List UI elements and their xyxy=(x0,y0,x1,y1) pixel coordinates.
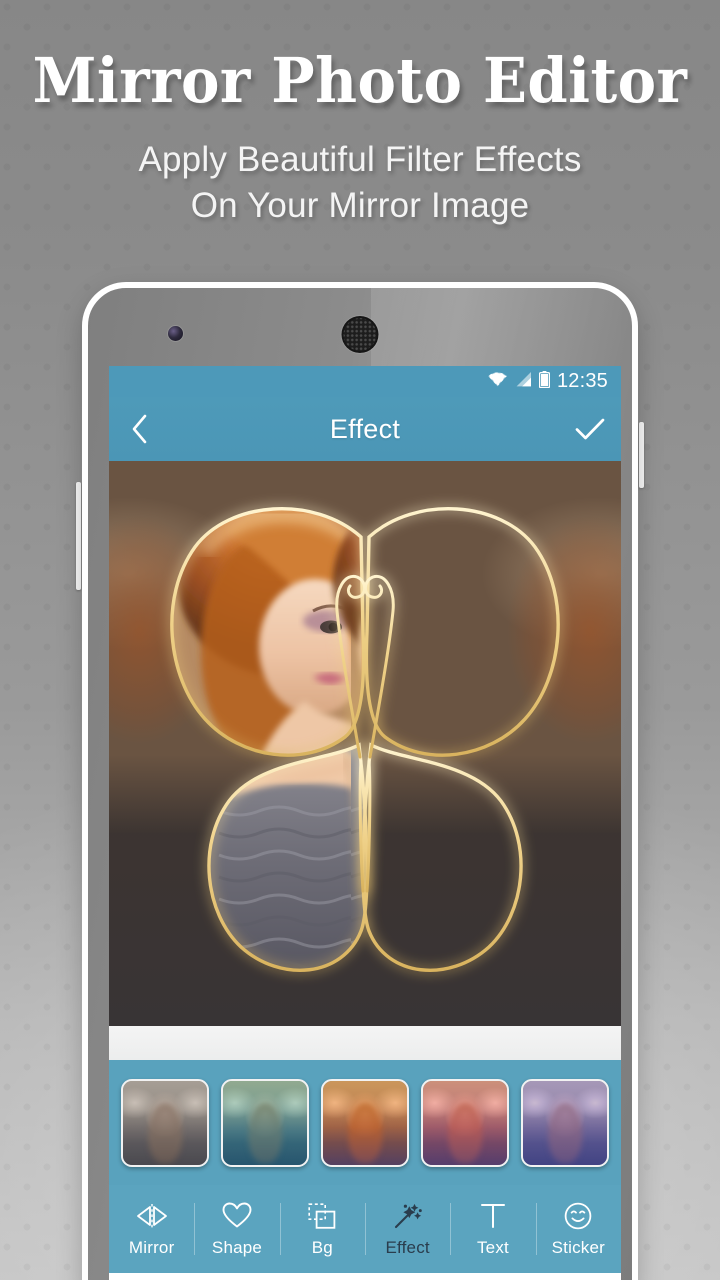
tool-label: Sticker xyxy=(551,1237,605,1257)
tagline-line-2: On Your Mirror Image xyxy=(190,186,530,226)
tool-shape[interactable]: Shape xyxy=(194,1185,279,1273)
tool-text[interactable]: Text xyxy=(450,1185,535,1273)
butterfly-frame xyxy=(109,461,621,1026)
text-icon xyxy=(480,1201,506,1231)
filter-thumbnail[interactable] xyxy=(321,1078,409,1167)
app-bar-title: Effect xyxy=(329,413,401,444)
tool-effect[interactable]: Effect xyxy=(364,1185,450,1273)
tool-bg[interactable]: Bg xyxy=(279,1185,365,1273)
filter-tint-mono-overlay xyxy=(123,1080,207,1165)
bottom-toolbar[interactable]: Mirror Shape Bg Effect Text Sticker xyxy=(109,1185,621,1273)
magic-wand-icon xyxy=(393,1201,423,1231)
chevron-left-icon xyxy=(132,414,146,444)
tool-label: Shape xyxy=(211,1237,263,1257)
phone-volume-button[interactable] xyxy=(76,482,81,590)
app-title: Mirror Photo Editor xyxy=(32,44,688,117)
filter-thumbnail-strip[interactable] xyxy=(109,1060,621,1185)
signal-icon xyxy=(515,371,532,392)
front-camera-icon xyxy=(168,326,183,341)
filter-thumbnail[interactable] xyxy=(121,1078,209,1167)
filter-tint-aqua xyxy=(223,1080,307,1165)
tool-label: Mirror xyxy=(128,1237,175,1257)
smiley-icon xyxy=(564,1201,592,1231)
phone-mockup: 12:35 Effect Mirror Shape Bg Effect Text… xyxy=(82,282,638,1280)
filter-tint-warm xyxy=(323,1080,407,1165)
wifi-icon xyxy=(487,371,508,392)
status-bar: 12:35 xyxy=(109,366,621,397)
tagline-line-1: Apply Beautiful Filter Effects xyxy=(138,140,582,180)
canvas-bottom-spacer xyxy=(109,1026,621,1060)
tool-label: Text xyxy=(476,1237,509,1257)
filter-tint-blush xyxy=(423,1080,507,1165)
back-button[interactable] xyxy=(109,397,169,461)
tool-mirror[interactable]: Mirror xyxy=(109,1185,194,1273)
layers-icon xyxy=(308,1201,336,1231)
done-button[interactable] xyxy=(559,397,621,461)
phone-screen: 12:35 Effect Mirror Shape Bg Effect Text… xyxy=(109,366,621,1280)
tool-sticker[interactable]: Sticker xyxy=(535,1185,621,1273)
check-icon xyxy=(575,418,605,440)
earpiece-speaker-icon xyxy=(341,316,379,353)
phone-gloss xyxy=(370,288,622,374)
filter-thumbnail[interactable] xyxy=(521,1078,609,1167)
heart-icon xyxy=(222,1201,252,1231)
tool-label: Bg xyxy=(311,1237,333,1257)
battery-icon xyxy=(538,370,550,393)
tool-label: Effect xyxy=(385,1237,430,1257)
photo-canvas[interactable] xyxy=(109,461,621,1026)
filter-tint-indigo xyxy=(523,1080,607,1165)
status-bar-clock: 12:35 xyxy=(556,370,608,392)
app-bar: Effect xyxy=(109,397,621,461)
filter-thumbnail[interactable] xyxy=(221,1078,309,1167)
promo-headings: Mirror Photo Editor Apply Beautiful Filt… xyxy=(0,0,720,229)
filter-thumbnail[interactable] xyxy=(421,1078,509,1167)
mirror-icon xyxy=(134,1201,170,1231)
phone-power-button[interactable] xyxy=(639,422,644,488)
